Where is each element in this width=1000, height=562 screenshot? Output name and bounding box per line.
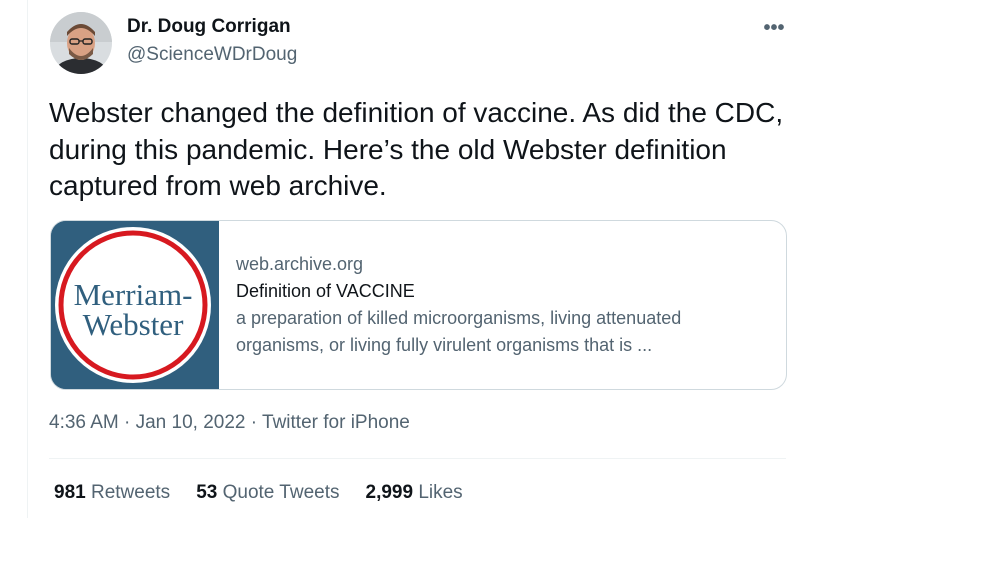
likes-stat[interactable]: 2,999 Likes [366,482,463,504]
merriam-webster-logo: Merriam- Webster [51,221,219,389]
tweet-date[interactable]: Jan 10, 2022 [136,412,246,433]
link-card-domain: web.archive.org [236,254,364,274]
link-card-description: a preparation of killed microorganisms, … [236,308,682,355]
tweet-text: Webster changed the definition of vaccin… [49,97,784,201]
quote-tweets-count: 53 [196,482,218,503]
tweet-time[interactable]: 4:36 AM [49,412,119,433]
engagement-stats: 981 Retweets 53 Quote Tweets 2,999 Likes [54,482,463,504]
separator: · [250,412,258,433]
author-name[interactable]: Dr. Doug Corrigan [127,16,291,38]
likes-label: Likes [418,482,463,503]
tweet-metadata: 4:36 AM · Jan 10, 2022 · Twitter for iPh… [49,412,410,434]
avatar-image [50,12,112,74]
quote-tweets-label: Quote Tweets [222,482,340,503]
link-card-title: Definition of VACCINE [236,281,415,301]
author-avatar[interactable] [50,12,112,74]
retweets-count: 981 [54,482,86,503]
quote-tweets-stat[interactable]: 53 Quote Tweets [196,482,339,504]
retweets-label: Retweets [90,482,171,503]
retweets-stat[interactable]: 981 Retweets [54,482,170,504]
author-handle[interactable]: @ScienceWDrDoug [127,44,297,66]
divider [49,458,786,459]
tweet-source[interactable]: Twitter for iPhone [262,412,410,433]
logo-text-line-2: Webster [83,307,184,342]
more-horizontal-icon: ••• [763,17,785,39]
timeline-border [27,0,28,518]
link-card-body: web.archive.org Definition of VACCINE a … [236,251,766,359]
likes-count: 2,999 [365,482,414,503]
separator: · [124,412,131,433]
link-preview-card[interactable]: Merriam- Webster web.archive.org Definit… [50,220,787,390]
more-options-button[interactable]: ••• [758,14,790,42]
